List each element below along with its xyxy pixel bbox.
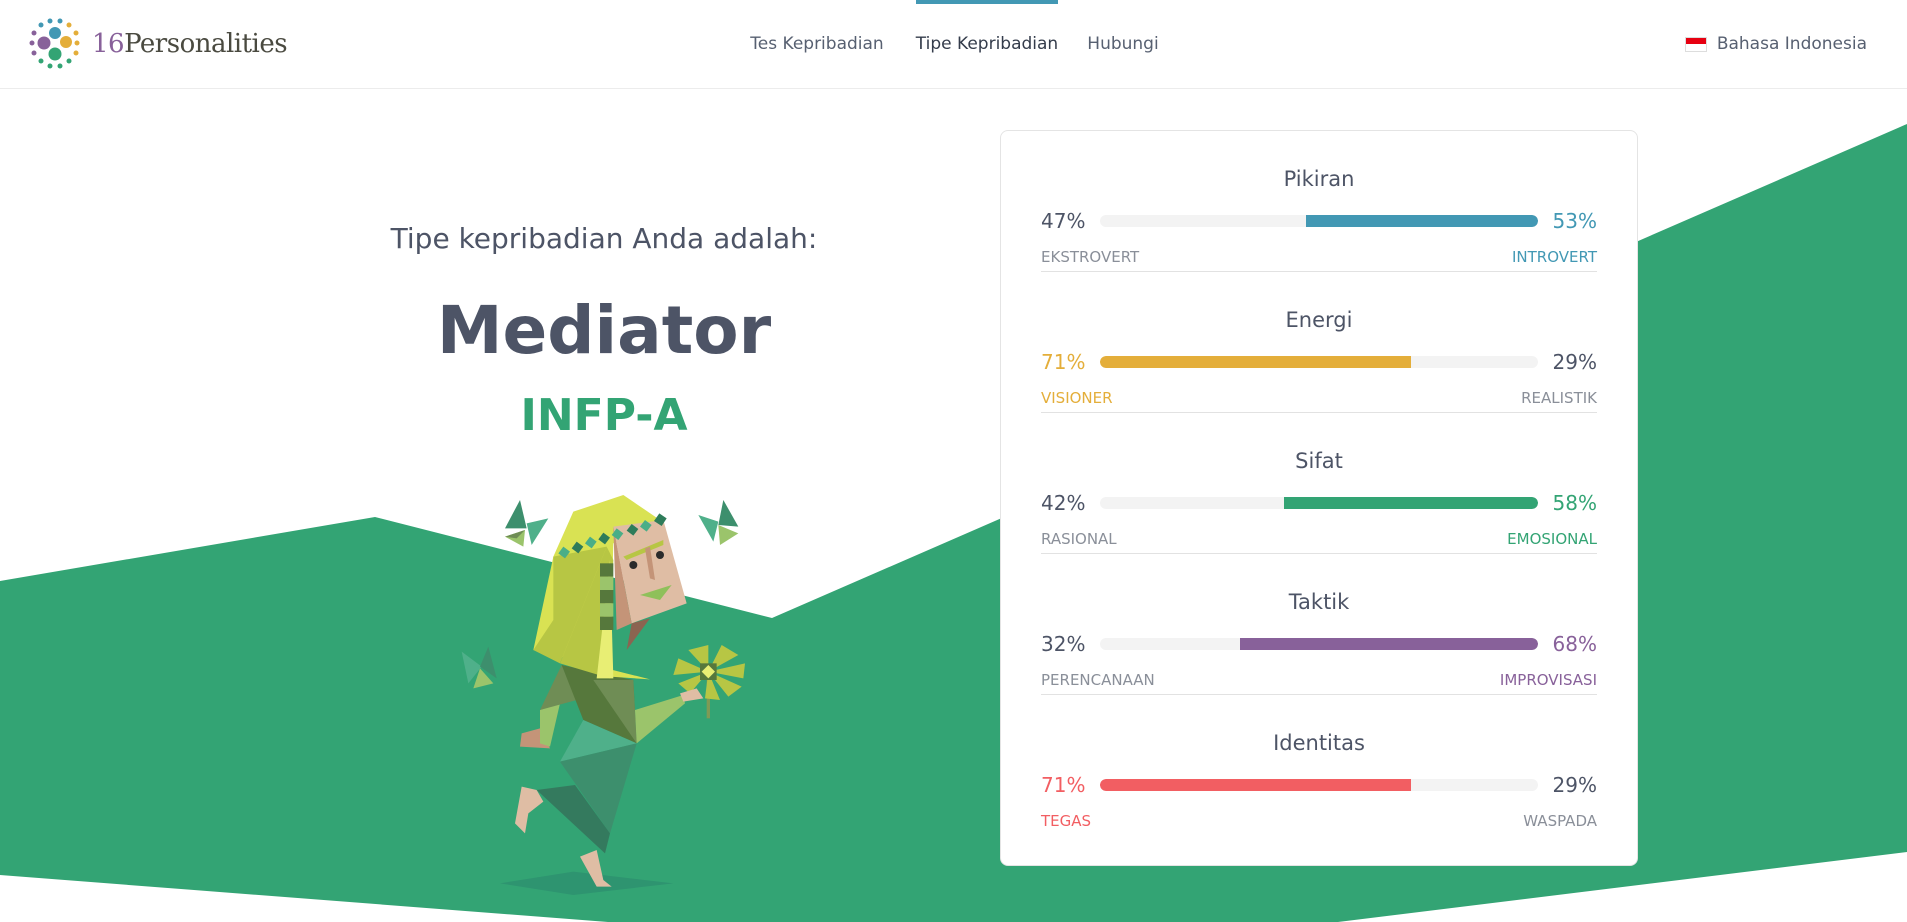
language-selector[interactable]: Bahasa Indonesia: [1684, 34, 1867, 54]
type-code: INFP-A: [520, 390, 688, 441]
logo[interactable]: 16Personalities: [28, 16, 288, 72]
trait-progress-bar: [1100, 638, 1538, 650]
trait-progress-bar: [1100, 779, 1538, 791]
trait-right-percent: 68%: [1552, 632, 1597, 656]
trait-right-label: Improvisasi: [1499, 671, 1597, 689]
trait-left-percent: 47%: [1041, 209, 1086, 233]
active-nav-indicator: [916, 0, 1058, 4]
trait-left-percent: 42%: [1041, 491, 1086, 515]
nav-tes-kepribadian[interactable]: Tes Kepribadian: [750, 34, 883, 54]
trait-right-label: Introvert: [1511, 248, 1597, 266]
logo-text: 16Personalities: [92, 29, 288, 59]
trait-right-percent: 58%: [1552, 491, 1597, 515]
trait-scores-card: Pikiran 47% 53% Ekstrovert Introvert Ene…: [1000, 130, 1638, 866]
trait-right-percent: 53%: [1552, 209, 1597, 233]
type-name: Mediator: [436, 292, 772, 369]
trait-left-label: Rasional: [1041, 530, 1117, 548]
trait-right-label: Realistik: [1521, 389, 1597, 407]
trait-progress-fill: [1100, 779, 1411, 791]
trait-row: Sifat 42% 58% Rasional Emosional: [1041, 413, 1597, 554]
trait-left-label: Perencanaan: [1041, 671, 1155, 689]
trait-left-percent: 71%: [1041, 350, 1086, 374]
mediator-illustration: [461, 495, 745, 895]
language-label: Bahasa Indonesia: [1716, 34, 1867, 54]
trait-right-label: Emosional: [1507, 530, 1597, 548]
indonesia-flag-icon: [1684, 36, 1707, 52]
trait-title: Pikiran: [1283, 167, 1355, 191]
trait-row: Identitas 71% 29% Tegas Waspada: [1041, 695, 1597, 836]
trait-progress-bar: [1100, 497, 1538, 509]
trait-progress-fill: [1100, 356, 1411, 368]
trait-progress-bar: [1100, 215, 1538, 227]
trait-right-percent: 29%: [1552, 350, 1597, 374]
trait-row: Energi 71% 29% Visioner Realistik: [1041, 272, 1597, 413]
trait-left-percent: 32%: [1041, 632, 1086, 656]
trait-left-label: Visioner: [1041, 389, 1113, 407]
flower-icon: [673, 645, 745, 719]
trait-title: Identitas: [1273, 731, 1365, 755]
trait-row: Taktik 32% 68% Perencanaan Improvisasi: [1041, 554, 1597, 695]
trait-progress-fill: [1283, 497, 1538, 509]
trait-progress-fill: [1305, 215, 1538, 227]
butterfly-icon: [505, 500, 549, 547]
trait-progress-fill: [1240, 638, 1538, 650]
trait-progress-bar: [1100, 356, 1538, 368]
logo-dots-icon: [29, 18, 80, 69]
trait-right-percent: 29%: [1552, 773, 1597, 797]
nav-tipe-kepribadian[interactable]: Tipe Kepribadian: [916, 34, 1058, 54]
trait-title: Sifat: [1295, 449, 1343, 473]
trait-left-label: Tegas: [1041, 812, 1092, 830]
trait-title: Energi: [1285, 308, 1353, 332]
trait-left-percent: 71%: [1041, 773, 1086, 797]
nav-hubungi[interactable]: Hubungi: [1087, 34, 1158, 54]
result-intro: Tipe kepribadian Anda adalah:: [390, 222, 818, 255]
trait-title: Taktik: [1288, 590, 1350, 614]
butterfly-icon: [698, 500, 739, 545]
trait-left-label: Ekstrovert: [1041, 248, 1140, 266]
trait-row: Pikiran 47% 53% Ekstrovert Introvert: [1041, 131, 1597, 272]
trait-right-label: Waspada: [1523, 812, 1597, 830]
butterfly-icon: [461, 646, 497, 689]
top-header: 16Personalities Tes Kepribadian Tipe Kep…: [0, 0, 1907, 89]
